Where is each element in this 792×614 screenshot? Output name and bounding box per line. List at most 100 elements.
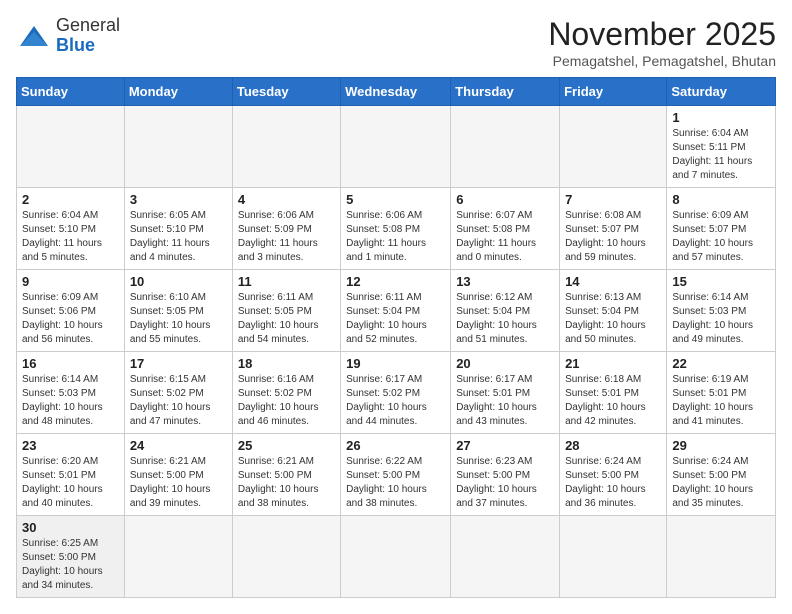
calendar-cell: 10 Sunrise: 6:10 AM Sunset: 5:05 PM Dayli… (124, 270, 232, 352)
day-info: Sunrise: 6:06 AM Sunset: 5:08 PM Dayligh… (346, 209, 445, 265)
title-area: November 2025 Pemagatshel, Pemagatshel, … (548, 16, 776, 69)
day-number: 28 (565, 438, 661, 453)
calendar-subtitle: Pemagatshel, Pemagatshel, Bhutan (548, 53, 776, 69)
calendar-cell: 28Sunrise: 6:24 AM Sunset: 5:00 PM Dayli… (560, 434, 667, 516)
day-number: 4 (238, 192, 335, 207)
day-info: Sunrise: 6:23 AM Sunset: 5:00 PM Dayligh… (456, 455, 554, 511)
calendar-cell (124, 106, 232, 188)
calendar-week-row: 16Sunrise: 6:14 AM Sunset: 5:03 PM Dayli… (17, 352, 776, 434)
header: General Blue November 2025 Pemagatshel, … (16, 16, 776, 69)
calendar-cell: 16Sunrise: 6:14 AM Sunset: 5:03 PM Dayli… (17, 352, 125, 434)
calendar-cell: 1Sunrise: 6:04 AM Sunset: 5:11 PM Daylig… (667, 106, 776, 188)
calendar-week-row: 30 Sunrise: 6:25 AM Sunset: 5:00 PM Dayli… (17, 516, 776, 598)
calendar-cell (667, 516, 776, 598)
day-number: 20 (456, 356, 554, 371)
calendar-week-row: 2 Sunrise: 6:04 AM Sunset: 5:10 PM Daylig… (17, 188, 776, 270)
weekday-header-sunday: Sunday (17, 78, 125, 106)
day-info: Sunrise: 6:11 AM Sunset: 5:04 PM Dayligh… (346, 291, 445, 347)
calendar-week-row: 23Sunrise: 6:20 AM Sunset: 5:01 PM Dayli… (17, 434, 776, 516)
calendar-cell (232, 516, 340, 598)
logo: General Blue (16, 16, 120, 56)
calendar-cell: 29 Sunrise: 6:24 AM Sunset: 5:00 PM Dayli… (667, 434, 776, 516)
day-info: Sunrise: 6:24 AM Sunset: 5:00 PM Dayligh… (672, 455, 770, 511)
calendar-cell (560, 516, 667, 598)
calendar-cell: 5 Sunrise: 6:06 AM Sunset: 5:08 PM Daylig… (341, 188, 451, 270)
day-info: Sunrise: 6:12 AM Sunset: 5:04 PM Dayligh… (456, 291, 554, 347)
calendar-cell: 24 Sunrise: 6:21 AM Sunset: 5:00 PM Dayli… (124, 434, 232, 516)
day-number: 7 (565, 192, 661, 207)
calendar-cell: 30 Sunrise: 6:25 AM Sunset: 5:00 PM Dayli… (17, 516, 125, 598)
day-info: Sunrise: 6:04 AM Sunset: 5:10 PM Dayligh… (22, 209, 119, 265)
day-info: Sunrise: 6:09 AM Sunset: 5:06 PM Dayligh… (22, 291, 119, 347)
weekday-header-wednesday: Wednesday (341, 78, 451, 106)
calendar-cell (341, 106, 451, 188)
day-number: 10 (130, 274, 227, 289)
calendar-cell: 20 Sunrise: 6:17 AM Sunset: 5:01 PM Dayli… (451, 352, 560, 434)
weekday-header-friday: Friday (560, 78, 667, 106)
day-number: 27 (456, 438, 554, 453)
day-info: Sunrise: 6:13 AM Sunset: 5:04 PM Dayligh… (565, 291, 661, 347)
day-number: 22 (672, 356, 770, 371)
calendar-cell (560, 106, 667, 188)
day-info: Sunrise: 6:14 AM Sunset: 5:03 PM Dayligh… (22, 373, 119, 429)
day-info: Sunrise: 6:08 AM Sunset: 5:07 PM Dayligh… (565, 209, 661, 265)
day-number: 29 (672, 438, 770, 453)
day-info: Sunrise: 6:14 AM Sunset: 5:03 PM Dayligh… (672, 291, 770, 347)
day-info: Sunrise: 6:21 AM Sunset: 5:00 PM Dayligh… (130, 455, 227, 511)
day-info: Sunrise: 6:19 AM Sunset: 5:01 PM Dayligh… (672, 373, 770, 429)
calendar-cell: 2 Sunrise: 6:04 AM Sunset: 5:10 PM Daylig… (17, 188, 125, 270)
day-info: Sunrise: 6:09 AM Sunset: 5:07 PM Dayligh… (672, 209, 770, 265)
calendar-cell: 7 Sunrise: 6:08 AM Sunset: 5:07 PM Daylig… (560, 188, 667, 270)
calendar-cell: 25 Sunrise: 6:21 AM Sunset: 5:00 PM Dayli… (232, 434, 340, 516)
day-info: Sunrise: 6:17 AM Sunset: 5:02 PM Dayligh… (346, 373, 445, 429)
calendar-cell: 15 Sunrise: 6:14 AM Sunset: 5:03 PM Dayli… (667, 270, 776, 352)
logo-text: General Blue (56, 16, 120, 56)
calendar-cell: 8 Sunrise: 6:09 AM Sunset: 5:07 PM Daylig… (667, 188, 776, 270)
day-info: Sunrise: 6:25 AM Sunset: 5:00 PM Dayligh… (22, 537, 119, 593)
day-info: Sunrise: 6:22 AM Sunset: 5:00 PM Dayligh… (346, 455, 445, 511)
calendar-cell: 19 Sunrise: 6:17 AM Sunset: 5:02 PM Dayli… (341, 352, 451, 434)
calendar-cell: 4 Sunrise: 6:06 AM Sunset: 5:09 PM Daylig… (232, 188, 340, 270)
day-number: 5 (346, 192, 445, 207)
calendar-body: 1Sunrise: 6:04 AM Sunset: 5:11 PM Daylig… (17, 106, 776, 598)
day-info: Sunrise: 6:15 AM Sunset: 5:02 PM Dayligh… (130, 373, 227, 429)
calendar-cell: 23Sunrise: 6:20 AM Sunset: 5:01 PM Dayli… (17, 434, 125, 516)
day-number: 12 (346, 274, 445, 289)
day-number: 8 (672, 192, 770, 207)
calendar-cell: 12 Sunrise: 6:11 AM Sunset: 5:04 PM Dayli… (341, 270, 451, 352)
weekday-header-saturday: Saturday (667, 78, 776, 106)
day-number: 3 (130, 192, 227, 207)
calendar-cell: 14 Sunrise: 6:13 AM Sunset: 5:04 PM Dayli… (560, 270, 667, 352)
day-number: 17 (130, 356, 227, 371)
calendar-cell: 6Sunrise: 6:07 AM Sunset: 5:08 PM Daylig… (451, 188, 560, 270)
day-info: Sunrise: 6:10 AM Sunset: 5:05 PM Dayligh… (130, 291, 227, 347)
day-info: Sunrise: 6:17 AM Sunset: 5:01 PM Dayligh… (456, 373, 554, 429)
calendar-cell: 27 Sunrise: 6:23 AM Sunset: 5:00 PM Dayli… (451, 434, 560, 516)
calendar-cell (232, 106, 340, 188)
day-number: 19 (346, 356, 445, 371)
day-number: 26 (346, 438, 445, 453)
calendar-cell: 9 Sunrise: 6:09 AM Sunset: 5:06 PM Daylig… (17, 270, 125, 352)
day-info: Sunrise: 6:20 AM Sunset: 5:01 PM Dayligh… (22, 455, 119, 511)
day-info: Sunrise: 6:05 AM Sunset: 5:10 PM Dayligh… (130, 209, 227, 265)
calendar-cell (341, 516, 451, 598)
day-info: Sunrise: 6:21 AM Sunset: 5:00 PM Dayligh… (238, 455, 335, 511)
calendar-cell: 22 Sunrise: 6:19 AM Sunset: 5:01 PM Dayli… (667, 352, 776, 434)
day-number: 25 (238, 438, 335, 453)
day-number: 14 (565, 274, 661, 289)
weekday-header-tuesday: Tuesday (232, 78, 340, 106)
calendar-cell: 26 Sunrise: 6:22 AM Sunset: 5:00 PM Dayli… (341, 434, 451, 516)
day-number: 15 (672, 274, 770, 289)
day-number: 13 (456, 274, 554, 289)
day-number: 11 (238, 274, 335, 289)
day-info: Sunrise: 6:06 AM Sunset: 5:09 PM Dayligh… (238, 209, 335, 265)
calendar-cell: 18Sunrise: 6:16 AM Sunset: 5:02 PM Dayli… (232, 352, 340, 434)
day-info: Sunrise: 6:16 AM Sunset: 5:02 PM Dayligh… (238, 373, 335, 429)
day-number: 2 (22, 192, 119, 207)
calendar-title: November 2025 (548, 16, 776, 53)
day-number: 24 (130, 438, 227, 453)
calendar-cell (17, 106, 125, 188)
day-number: 9 (22, 274, 119, 289)
day-number: 30 (22, 520, 119, 535)
calendar-cell: 13 Sunrise: 6:12 AM Sunset: 5:04 PM Dayli… (451, 270, 560, 352)
